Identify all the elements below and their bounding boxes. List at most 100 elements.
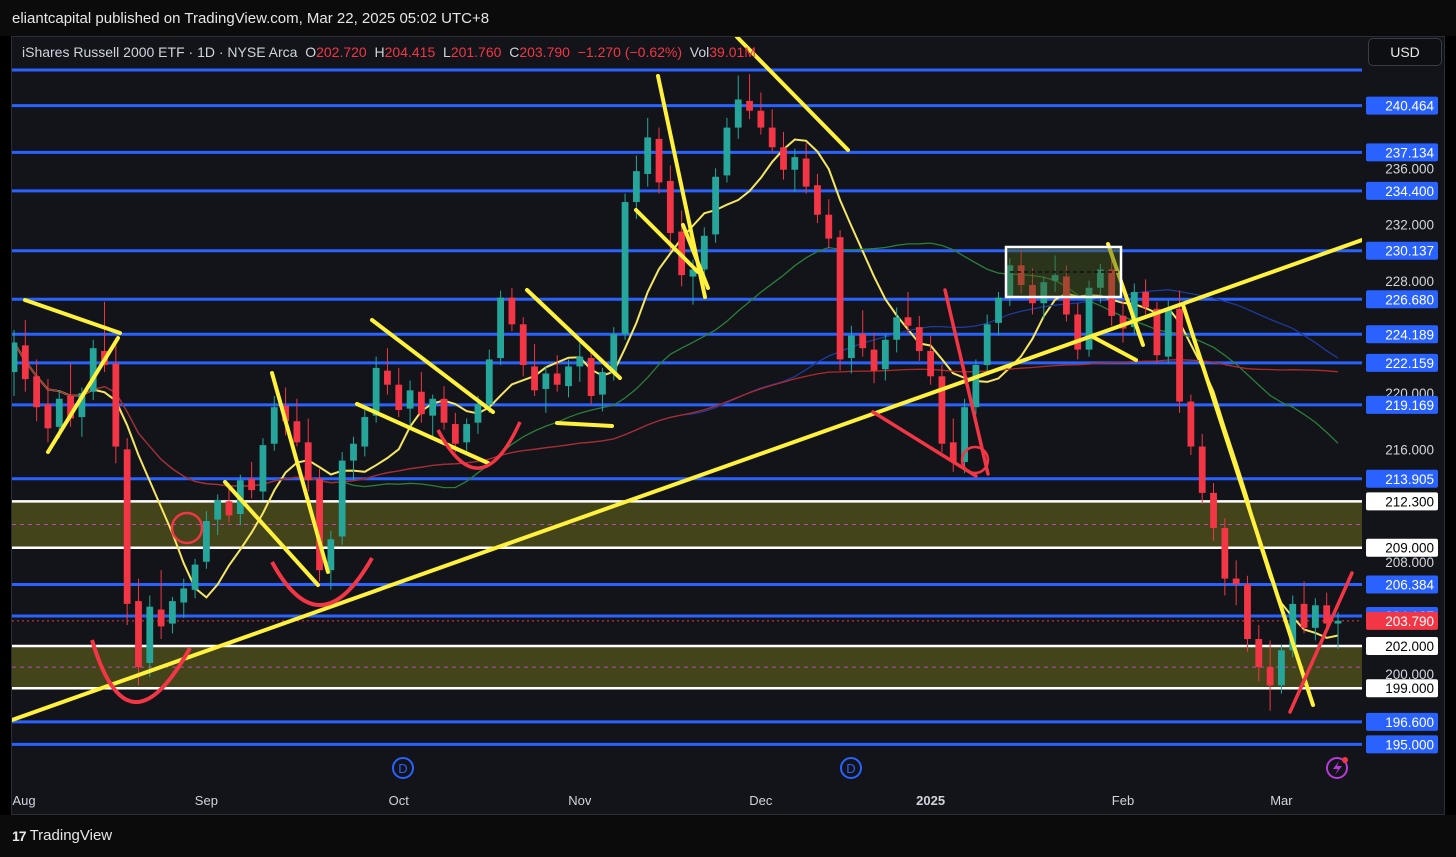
candle[interactable] bbox=[802, 143, 810, 194]
candle[interactable] bbox=[406, 380, 414, 429]
candle[interactable] bbox=[814, 173, 821, 224]
candle-body bbox=[859, 334, 867, 349]
price-level-label[interactable]: 206.384 bbox=[1366, 575, 1438, 594]
candle[interactable] bbox=[1334, 612, 1342, 649]
candle[interactable] bbox=[327, 530, 335, 590]
candle[interactable] bbox=[576, 342, 584, 382]
price-level-label[interactable]: 224.189 bbox=[1366, 325, 1438, 344]
price-level-label[interactable]: 212.300 bbox=[1366, 492, 1438, 511]
candle[interactable] bbox=[440, 386, 448, 430]
candle[interactable] bbox=[1074, 303, 1082, 360]
candle[interactable] bbox=[497, 290, 504, 366]
candle[interactable] bbox=[587, 349, 595, 405]
chart-canvas[interactable]: 236.000232.000228.000220.000216.000208.0… bbox=[0, 0, 1456, 857]
candle[interactable] bbox=[644, 117, 652, 187]
price-level-label[interactable]: 213.905 bbox=[1366, 469, 1438, 488]
candle[interactable] bbox=[712, 168, 720, 243]
candle[interactable] bbox=[927, 335, 935, 385]
candle[interactable] bbox=[565, 359, 572, 398]
candle[interactable] bbox=[169, 596, 176, 634]
candle[interactable] bbox=[44, 379, 52, 443]
candle[interactable] bbox=[350, 436, 357, 481]
candle[interactable] bbox=[89, 339, 97, 401]
candle[interactable] bbox=[316, 469, 323, 582]
candle[interactable] bbox=[519, 317, 527, 377]
candle[interactable] bbox=[123, 438, 131, 625]
candle[interactable] bbox=[304, 418, 312, 492]
moving-average-line bbox=[13, 138, 1339, 639]
price-level-label[interactable]: 202.000 bbox=[1366, 637, 1438, 656]
candle[interactable] bbox=[678, 210, 686, 287]
price-level-label[interactable]: 219.169 bbox=[1366, 395, 1438, 414]
dividend-marker-icon[interactable]: D bbox=[840, 757, 862, 779]
candle[interactable] bbox=[1198, 433, 1206, 505]
candle[interactable] bbox=[1244, 575, 1251, 652]
candle[interactable] bbox=[1187, 394, 1195, 455]
candle[interactable] bbox=[723, 117, 731, 183]
candle[interactable] bbox=[384, 348, 391, 395]
price-level-label[interactable]: 203.790 bbox=[1366, 611, 1438, 630]
price-level-label[interactable]: 237.134 bbox=[1366, 143, 1438, 162]
candle[interactable] bbox=[780, 131, 787, 180]
candle[interactable] bbox=[429, 394, 437, 439]
red-trendline[interactable] bbox=[871, 410, 978, 478]
yellow-trendline[interactable] bbox=[555, 421, 614, 428]
candle[interactable] bbox=[33, 359, 41, 422]
candle[interactable] bbox=[995, 291, 1002, 336]
candle-body bbox=[734, 99, 742, 128]
candle[interactable] bbox=[11, 329, 18, 396]
candle[interactable] bbox=[655, 127, 663, 194]
candle[interactable] bbox=[1119, 300, 1127, 343]
candle[interactable] bbox=[157, 570, 165, 640]
candle[interactable] bbox=[746, 74, 753, 120]
candle[interactable] bbox=[248, 461, 256, 499]
candle[interactable] bbox=[881, 334, 889, 381]
currency-button[interactable]: USD bbox=[1368, 38, 1442, 66]
price-level-label[interactable]: 195.000 bbox=[1366, 735, 1438, 754]
price-level-label[interactable]: 196.600 bbox=[1366, 712, 1438, 731]
candle[interactable] bbox=[768, 109, 776, 153]
price-level-label[interactable]: 230.137 bbox=[1366, 241, 1438, 260]
price-level-label[interactable]: 234.400 bbox=[1366, 181, 1438, 200]
candle[interactable] bbox=[531, 343, 538, 396]
candle[interactable] bbox=[21, 320, 29, 392]
candle[interactable] bbox=[825, 199, 833, 249]
candle[interactable] bbox=[395, 367, 403, 418]
candle[interactable] bbox=[485, 349, 493, 413]
candle-body bbox=[644, 137, 652, 174]
candle[interactable] bbox=[757, 92, 765, 135]
candle[interactable] bbox=[938, 365, 946, 453]
candle[interactable] bbox=[361, 410, 369, 457]
price-level-label[interactable]: 240.464 bbox=[1366, 96, 1438, 115]
price-level-label[interactable]: 222.159 bbox=[1366, 353, 1438, 372]
candle[interactable] bbox=[893, 307, 901, 353]
candle-body bbox=[1198, 446, 1206, 493]
candle[interactable] bbox=[463, 418, 471, 451]
red-trendline[interactable] bbox=[1288, 571, 1354, 714]
candle[interactable] bbox=[734, 75, 742, 139]
candle[interactable] bbox=[1232, 560, 1240, 606]
candle[interactable] bbox=[259, 438, 267, 500]
candle[interactable] bbox=[666, 165, 674, 252]
candle-body bbox=[746, 100, 753, 111]
candle[interactable] bbox=[1176, 290, 1183, 413]
candle[interactable] bbox=[508, 287, 516, 332]
price-level-label[interactable]: 199.000 bbox=[1366, 679, 1438, 698]
candle[interactable] bbox=[1300, 581, 1308, 634]
dividend-marker-icon[interactable]: D bbox=[392, 757, 414, 779]
price-level-label[interactable]: 209.000 bbox=[1366, 538, 1438, 557]
lightning-event-icon[interactable] bbox=[1326, 757, 1348, 779]
candle[interactable] bbox=[791, 148, 799, 193]
candle-body bbox=[1334, 620, 1342, 624]
candle-body bbox=[666, 180, 674, 233]
tradingview-brand[interactable]: 17 TradingView bbox=[12, 827, 112, 844]
dividend-marker-letter: D bbox=[398, 761, 407, 776]
yellow-trendline[interactable] bbox=[1091, 335, 1138, 362]
candle[interactable] bbox=[338, 452, 346, 545]
candle[interactable] bbox=[915, 315, 923, 361]
price-level-label[interactable]: 226.680 bbox=[1366, 290, 1438, 309]
candle[interactable] bbox=[191, 558, 199, 599]
yellow-trendline[interactable] bbox=[23, 298, 122, 335]
candle[interactable] bbox=[621, 193, 629, 340]
candle[interactable] bbox=[836, 230, 844, 371]
